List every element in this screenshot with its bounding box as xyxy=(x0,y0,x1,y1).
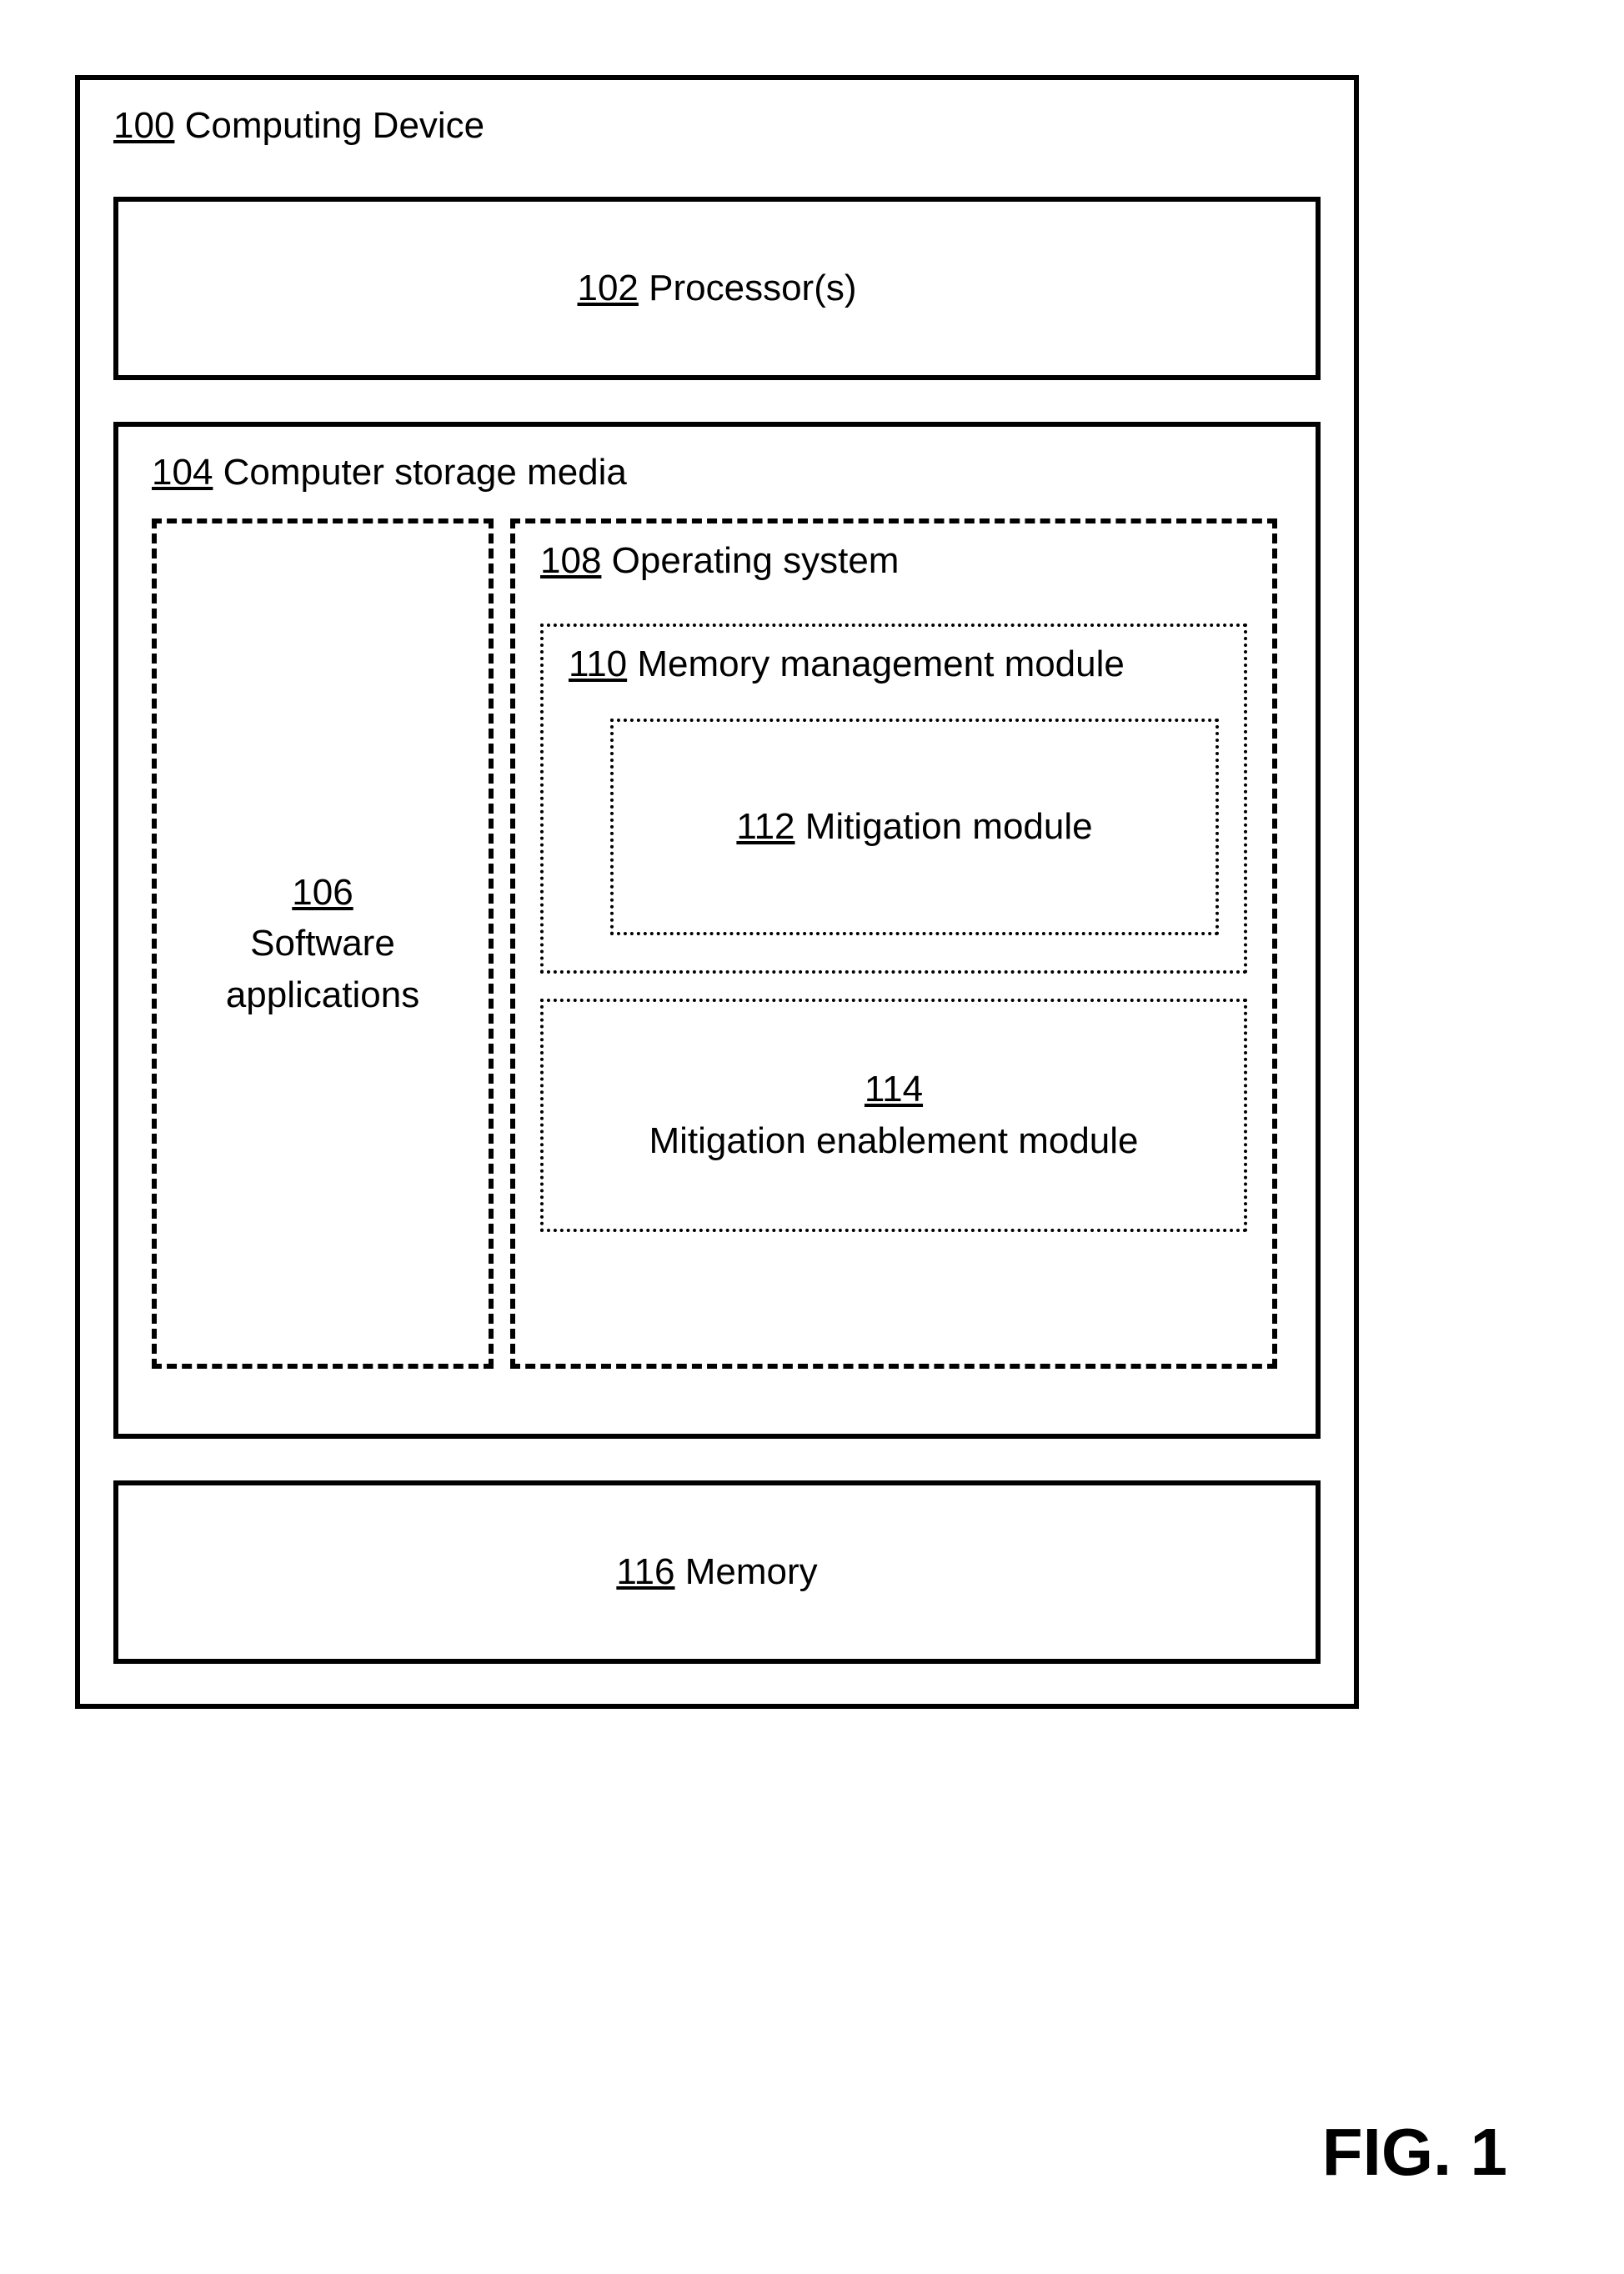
mmm-title: 110 Memory management module xyxy=(569,644,1219,685)
software-label1: Software xyxy=(226,918,419,969)
software-label2: applications xyxy=(226,969,419,1021)
memory-ref: 116 xyxy=(616,1551,674,1592)
os-ref: 108 xyxy=(540,540,601,581)
storage-label: Computer storage media xyxy=(223,452,627,493)
figure-label: FIG. 1 xyxy=(1322,2114,1507,2191)
device-label: Computing Device xyxy=(185,105,485,146)
device-title: 100 Computing Device xyxy=(113,105,1321,147)
computing-device-box: 100 Computing Device 102 Processor(s) 10… xyxy=(75,75,1359,1709)
device-ref: 100 xyxy=(113,105,174,146)
storage-box: 104 Computer storage media 106 Software … xyxy=(113,422,1321,1439)
processor-ref: 102 xyxy=(577,268,638,308)
os-label: Operating system xyxy=(612,540,900,581)
processor-box: 102 Processor(s) xyxy=(113,197,1321,380)
os-title: 108 Operating system xyxy=(540,540,1247,582)
dashed-container: 106 Software applications 108 Operating … xyxy=(152,518,1282,1394)
os-box: 108 Operating system 110 Memory manageme… xyxy=(510,518,1277,1369)
mitigation-module-box: 112 Mitigation module xyxy=(610,719,1219,935)
enablement-ref: 114 xyxy=(865,1069,923,1109)
memory-management-box: 110 Memory management module 112 Mitigat… xyxy=(540,624,1247,974)
storage-ref: 104 xyxy=(152,452,213,493)
storage-title: 104 Computer storage media xyxy=(152,452,1282,493)
mitigation-enablement-box: 114 Mitigation enablement module xyxy=(540,999,1247,1232)
mitigation-label: Mitigation module xyxy=(805,806,1093,847)
memory-box: 116 Memory xyxy=(113,1480,1321,1664)
software-apps-box: 106 Software applications xyxy=(152,518,494,1369)
mmm-ref: 110 xyxy=(569,644,627,684)
software-ref: 106 xyxy=(292,872,353,913)
enablement-label: Mitigation enablement module xyxy=(649,1115,1138,1167)
mmm-label: Memory management module xyxy=(637,644,1124,684)
memory-label: Memory xyxy=(685,1551,818,1592)
mitigation-ref: 112 xyxy=(736,806,794,847)
processor-label: Processor(s) xyxy=(649,268,856,308)
